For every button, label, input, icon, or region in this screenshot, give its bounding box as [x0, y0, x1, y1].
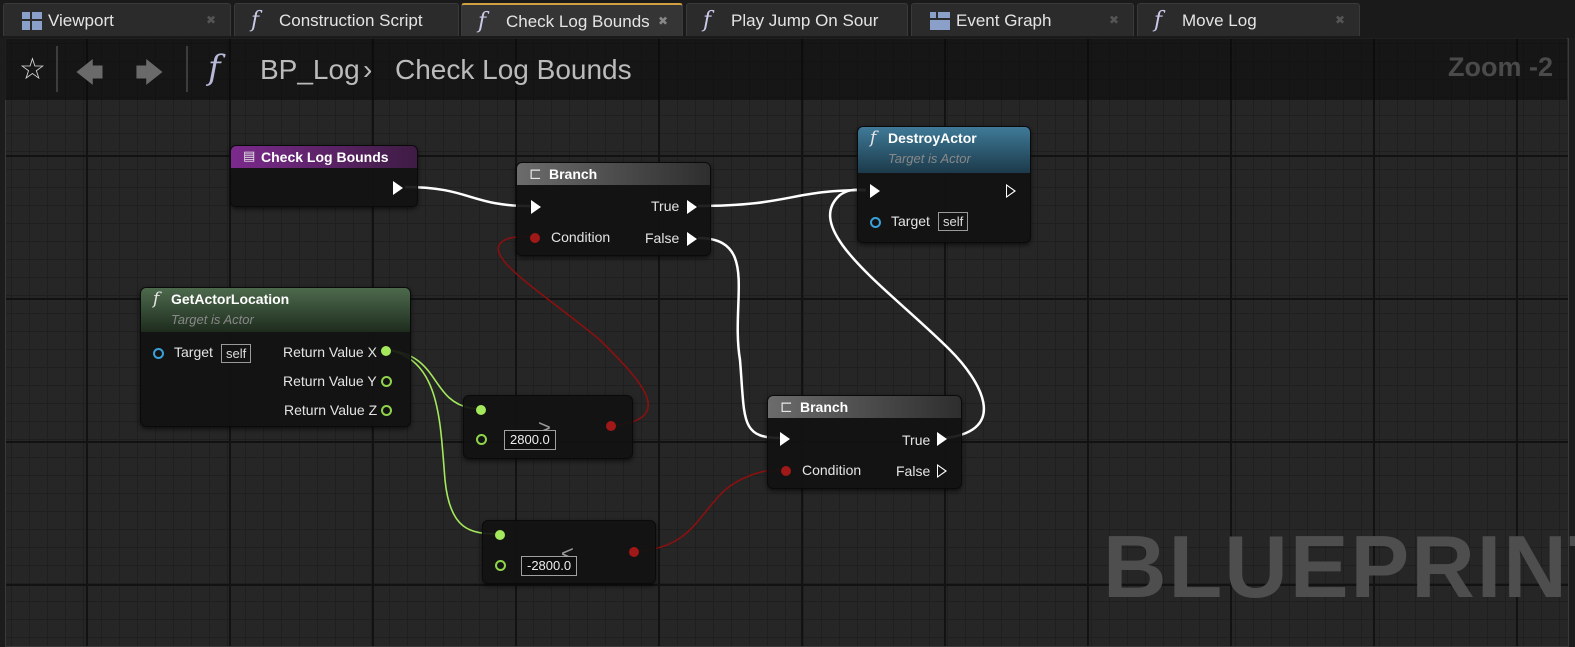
branch-node-1[interactable]: ⊏ Branch True Condition False: [516, 162, 711, 256]
exec-out-pin[interactable]: [393, 181, 403, 195]
input-a-pin[interactable]: [476, 405, 486, 415]
bool-wire-less-to-condition2: [633, 469, 786, 552]
input-b-pin[interactable]: [495, 560, 506, 571]
condition-pin-label: Condition: [802, 462, 862, 478]
target-self-value[interactable]: self: [221, 344, 252, 363]
return-y-label: Return Value Y: [283, 373, 377, 389]
node-title: DestroyActor: [888, 130, 977, 146]
target-pin-label: Target: [174, 344, 213, 360]
bool-output-pin[interactable]: [629, 547, 639, 557]
target-pin[interactable]: [153, 348, 164, 359]
condition-pin[interactable]: [781, 466, 791, 476]
return-z-pin[interactable]: [381, 405, 392, 416]
branch-icon: ⊏: [529, 165, 542, 183]
bool-output-pin[interactable]: [606, 421, 616, 431]
node-title: Check Log Bounds: [261, 149, 389, 165]
node-header: ⊏ Branch: [768, 396, 961, 418]
input-a-pin[interactable]: [495, 530, 505, 540]
return-y-pin[interactable]: [381, 376, 392, 387]
function-icon: f: [870, 128, 877, 148]
exec-in-pin[interactable]: [780, 432, 790, 446]
return-x-label: Return Value X: [283, 344, 377, 360]
less-than-node[interactable]: < -2800.0: [482, 520, 656, 584]
node-title: Branch: [800, 399, 849, 415]
node-title: GetActorLocation: [171, 291, 290, 307]
entry-node-check-log-bounds[interactable]: ▤ Check Log Bounds: [230, 145, 418, 207]
input-b-pin[interactable]: [476, 434, 487, 445]
return-z-label: Return Value Z: [284, 402, 378, 418]
branch-icon: ⊏: [780, 398, 793, 416]
exec-in-pin[interactable]: [870, 184, 880, 198]
exec-true-pin[interactable]: [687, 200, 697, 214]
exec-out-pin[interactable]: [1006, 184, 1016, 198]
exec-false-pin[interactable]: [687, 232, 697, 246]
node-subtitle: Target is Actor: [171, 312, 254, 327]
condition-pin[interactable]: [530, 233, 540, 243]
condition-pin-label: Condition: [551, 229, 611, 245]
node-header: f DestroyActor Target is Actor: [858, 127, 1030, 173]
true-pin-label: True: [902, 432, 931, 448]
false-pin-label: False: [896, 463, 931, 479]
node-title: Branch: [549, 166, 598, 182]
input-b-value[interactable]: -2800.0: [521, 556, 578, 576]
target-pin-label: Target: [891, 213, 930, 229]
function-entry-icon: ▤: [243, 149, 256, 164]
node-header: f GetActorLocation Target is Actor: [141, 288, 410, 332]
target-self-value[interactable]: self: [938, 212, 969, 231]
exec-wire-entry-to-branch1: [404, 185, 531, 208]
exec-in-pin[interactable]: [531, 200, 541, 214]
return-x-pin[interactable]: [381, 346, 391, 356]
input-b-value[interactable]: 2800.0: [504, 430, 556, 450]
exec-true-pin[interactable]: [937, 432, 947, 446]
greater-than-node[interactable]: > 2800.0: [463, 395, 633, 459]
target-pin[interactable]: [870, 217, 881, 228]
exec-wire-true-to-destroy: [697, 188, 867, 208]
function-icon: f: [153, 289, 160, 309]
branch-node-2[interactable]: ⊏ Branch True Condition False: [767, 395, 962, 489]
node-subtitle: Target is Actor: [888, 151, 971, 166]
get-actor-location-node[interactable]: f GetActorLocation Target is Actor Targe…: [140, 287, 411, 427]
destroy-actor-node[interactable]: f DestroyActor Target is Actor Target se…: [857, 126, 1031, 243]
node-header: ⊏ Branch: [517, 163, 710, 185]
node-header: ▤ Check Log Bounds: [231, 146, 417, 168]
false-pin-label: False: [645, 230, 680, 246]
exec-false-pin[interactable]: [937, 464, 947, 478]
true-pin-label: True: [651, 198, 680, 214]
